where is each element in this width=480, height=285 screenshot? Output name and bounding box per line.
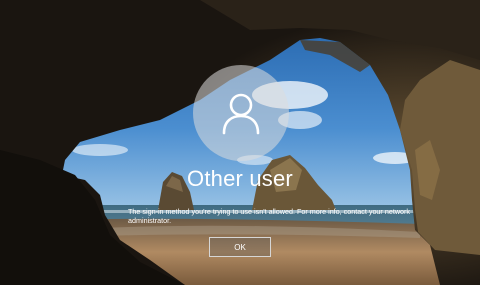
ok-button[interactable]: OK <box>209 237 271 257</box>
user-icon <box>222 93 260 135</box>
user-display-name: Other user <box>187 166 293 191</box>
user-avatar <box>193 65 289 161</box>
lock-screen: Other user The sign-in method you're try… <box>0 0 480 285</box>
sign-in-error-message: The sign-in method you're trying to use … <box>128 207 410 225</box>
